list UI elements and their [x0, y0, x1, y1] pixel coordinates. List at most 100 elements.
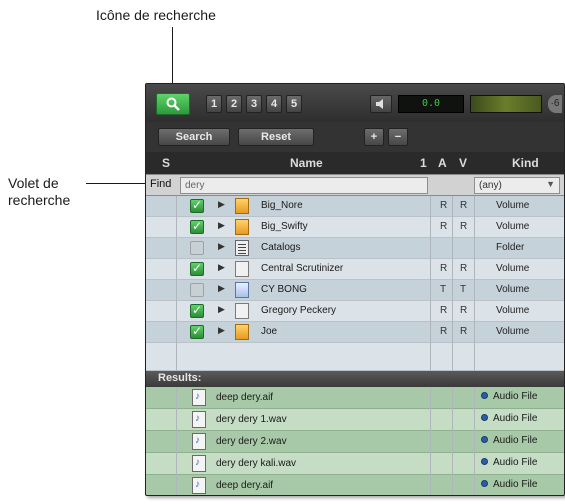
catalog-checkbox[interactable]: [190, 283, 204, 297]
catalog-kind: Folder: [496, 242, 525, 253]
result-kind: Audio File: [493, 457, 538, 468]
catalog-v: R: [460, 263, 468, 274]
catalog-name: CY BONG: [261, 284, 307, 295]
catalog-v: R: [460, 200, 468, 211]
table-row-partial: [146, 343, 564, 371]
volume-icon: [235, 198, 249, 214]
catalog-checkbox[interactable]: [190, 198, 204, 213]
catalog-a: R: [440, 200, 448, 211]
reset-button[interactable]: Reset: [238, 128, 314, 146]
catalog-kind: Volume: [496, 200, 530, 211]
table-row[interactable]: ▶ Central Scrutinizer R R Volume: [146, 259, 564, 280]
chevron-down-icon: ▼: [546, 179, 555, 189]
table-row[interactable]: ▶ Big_Nore R R Volume: [146, 196, 564, 217]
audio-file-kind-icon: [481, 458, 488, 465]
toolbar-more-icon[interactable]: ·6: [548, 95, 562, 113]
speaker-icon[interactable]: [370, 95, 392, 113]
catalog-a: R: [440, 305, 448, 316]
result-name: dery dery 2.wav: [216, 436, 287, 447]
expand-triangle-icon[interactable]: ▶: [218, 304, 225, 315]
audio-file-kind-icon: [481, 392, 488, 399]
catalog-checkbox[interactable]: [190, 241, 204, 255]
audio-file-icon: [192, 433, 206, 450]
catalog-v: R: [460, 326, 468, 337]
result-name: deep dery.aif: [216, 392, 274, 403]
kind-filter-value: (any): [479, 180, 502, 191]
callout-search-pane: Volet de recherche: [8, 175, 71, 208]
expand-triangle-icon[interactable]: ▶: [218, 220, 225, 231]
remove-criteria-button[interactable]: −: [388, 128, 408, 146]
list-item[interactable]: deep dery.aif Audio File: [146, 387, 564, 409]
expand-triangle-icon[interactable]: ▶: [218, 283, 225, 294]
add-criteria-button[interactable]: +: [364, 128, 384, 146]
catalog-checkbox[interactable]: [190, 324, 204, 339]
callout-pane-leader: [86, 183, 150, 184]
catalog-a: R: [440, 221, 448, 232]
column-v[interactable]: V: [459, 156, 467, 170]
audio-file-icon: [192, 477, 206, 494]
column-s[interactable]: S: [162, 156, 170, 170]
view-4-button[interactable]: 4: [266, 95, 282, 113]
list-item[interactable]: dery dery 2.wav Audio File: [146, 431, 564, 453]
catalog-name: Catalogs: [261, 242, 301, 253]
catalog-v: T: [460, 284, 467, 295]
search-controls: Search Reset + −: [146, 122, 564, 152]
table-row[interactable]: ▶ Joe R R Volume: [146, 322, 564, 343]
table-row[interactable]: ▶ Big_Swifty R R Volume: [146, 217, 564, 238]
table-row[interactable]: ▶ Gregory Peckery R R Volume: [146, 301, 564, 322]
workspace-browser: 1 2 3 4 5 0.0 ·6 Search Reset + − S Name…: [145, 83, 565, 496]
catalog-kind: Volume: [496, 263, 530, 274]
list-item[interactable]: dery dery kali.wav Audio File: [146, 453, 564, 475]
find-input[interactable]: [180, 177, 428, 194]
catalog-checkbox[interactable]: [190, 261, 204, 276]
view-5-button[interactable]: 5: [286, 95, 302, 113]
expand-triangle-icon[interactable]: ▶: [218, 241, 225, 252]
catalog-name: Central Scrutinizer: [261, 263, 344, 274]
catalog-checkbox[interactable]: [190, 219, 204, 234]
table-row[interactable]: ▶ Catalogs Folder: [146, 238, 564, 259]
result-name: dery dery 1.wav: [216, 414, 287, 425]
callout-search-icon: Icône de recherche: [96, 7, 216, 23]
table-row[interactable]: ▶ CY BONG T T Volume: [146, 280, 564, 301]
results-header: Results:: [146, 371, 564, 387]
list-item[interactable]: dery dery 1.wav Audio File: [146, 409, 564, 431]
view-1-button[interactable]: 1: [206, 95, 222, 113]
column-a[interactable]: A: [438, 156, 447, 170]
folder-icon: [235, 240, 249, 256]
catalog-name: Big_Swifty: [261, 221, 308, 232]
column-divider: [474, 387, 475, 495]
preview-volume-readout: 0.0: [398, 95, 464, 113]
result-name: deep dery.aif: [216, 480, 274, 491]
catalog-kind: Volume: [496, 326, 530, 337]
column-1[interactable]: 1: [420, 156, 427, 170]
catalog-checkbox[interactable]: [190, 303, 204, 318]
expand-triangle-icon[interactable]: ▶: [218, 199, 225, 210]
search-button[interactable]: Search: [158, 128, 230, 146]
view-2-button[interactable]: 2: [226, 95, 242, 113]
column-divider: [474, 196, 475, 371]
column-divider: [452, 387, 453, 495]
list-item[interactable]: deep dery.aif Audio File: [146, 475, 564, 495]
audio-file-icon: [192, 411, 206, 428]
column-divider: [176, 196, 177, 371]
column-divider: [452, 196, 453, 371]
column-kind[interactable]: Kind: [512, 156, 539, 170]
results-label: Results:: [158, 372, 202, 384]
search-icon[interactable]: [156, 93, 190, 115]
catalog-name: Joe: [261, 326, 278, 337]
catalog-list: ▶ Big_Nore R R Volume ▶ Big_Swifty R R V…: [146, 196, 564, 371]
result-name: dery dery kali.wav: [216, 458, 297, 469]
level-meter: [470, 95, 542, 113]
expand-triangle-icon[interactable]: ▶: [218, 325, 225, 336]
view-3-button[interactable]: 3: [246, 95, 262, 113]
find-label: Find: [150, 178, 172, 190]
catalog-v: R: [460, 305, 468, 316]
catalog-v: R: [460, 221, 468, 232]
catalog-kind: Volume: [496, 221, 530, 232]
expand-triangle-icon[interactable]: ▶: [218, 262, 225, 273]
catalog-kind: Volume: [496, 284, 530, 295]
column-name[interactable]: Name: [290, 156, 323, 170]
catalog-name: Gregory Peckery: [261, 305, 337, 316]
kind-filter-select[interactable]: (any) ▼: [474, 177, 560, 194]
audio-file-icon: [192, 389, 206, 406]
